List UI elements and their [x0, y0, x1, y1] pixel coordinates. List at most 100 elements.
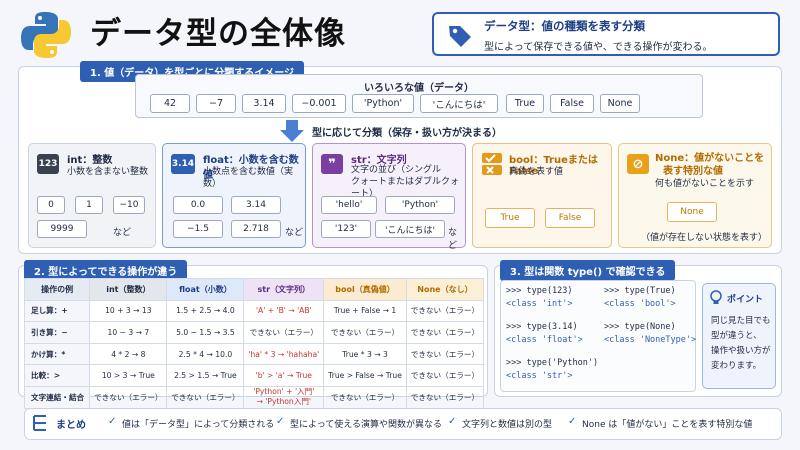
value-chip: False [550, 94, 594, 113]
str-value: 'こんにちは' [375, 220, 445, 238]
summary-item: None は「値がない」ことを表す特別な値 [582, 420, 753, 430]
value-chip: −7 [196, 94, 236, 113]
table-row: 足し算：+ 10 + 3 → 13 1.5 + 2.5 → 4.0 'A' + … [23, 299, 485, 323]
definition-text: 型によって保存できる値や、できる操作が変わる。 [484, 42, 713, 53]
table-header: str（文字列） [243, 278, 325, 301]
table-row: 比較：> 10 > 3 → True 2.5 > 1.5 → True 'b' … [23, 364, 485, 387]
bool-value: True [485, 208, 535, 228]
table-cell: 文字連結・結合 [23, 385, 91, 409]
table-cell: True + False → 1 [323, 299, 407, 323]
table-cell: できない（エラー） [243, 321, 325, 344]
value-chip: −0.001 [292, 94, 346, 113]
value-chip: True [506, 94, 544, 113]
table-cell: 'A' + 'B' → 'AB' [243, 299, 325, 323]
int-icon: 123 [37, 154, 59, 174]
values-heading: いろいろな値（データ） [364, 83, 474, 94]
table-row: かけ算：* 4 * 2 → 8 2.5 * 4 → 10.0 'ha' * 3 … [23, 342, 485, 366]
str-desc: 文字の並び（シングル [351, 165, 442, 175]
page-title: データ型の全体像 [90, 16, 346, 52]
code-output: <class 'float'> [506, 335, 583, 345]
table-cell: できない（エラー） [323, 321, 407, 344]
check-icon: ✓ [276, 416, 285, 427]
lightbulb-icon [710, 290, 722, 304]
table-cell: できない（エラー） [89, 385, 168, 409]
table-cell: できない（エラー） [405, 321, 485, 344]
int-etc: など [113, 228, 132, 238]
table-header: None（なし） [405, 278, 485, 301]
table-cell: 10 − 3 → 7 [89, 321, 168, 344]
table-cell: True * 3 → 3 [323, 342, 407, 366]
table-cell: 4 * 2 → 8 [89, 342, 168, 366]
table-cell: 比較：> [23, 364, 91, 387]
none-title: 表す特別な値 [663, 166, 723, 177]
check-icon: ✓ [108, 416, 117, 427]
point-text: 同じ見た目でも 型が違うと、 操作や扱い方が 変わります。 [711, 314, 771, 374]
arrow-down-icon [280, 120, 304, 142]
int-value: −10 [113, 196, 145, 214]
card-bool: bool：TrueまたはFalse 真偽を表す値 True False [472, 143, 612, 248]
float-value: 2.718 [231, 220, 281, 238]
table-cell: 足し算：+ [23, 299, 91, 323]
int-value: 1 [75, 196, 103, 214]
str-etc: など [448, 228, 458, 251]
float-value: 3.14 [231, 196, 281, 214]
table-cell: できない（エラー） [405, 385, 485, 409]
int-value: 9999 [37, 220, 87, 238]
quote-icon: ❞ [321, 154, 343, 174]
card-none: ⊘ None：値がないことを 表す特別な値 何も値がないことを示す None （… [618, 143, 772, 248]
card-str: ❞ str：文字列 文字の並び（シングル クォートまたはダブルクォート） 'he… [312, 143, 466, 251]
point-box: ポイント 同じ見た目でも 型が違うと、 操作や扱い方が 変わります。 [702, 283, 776, 389]
code-line: >>> type(True) [604, 286, 676, 296]
code-output: <class 'bool'> [604, 299, 676, 309]
int-desc: 小数を含まない整数 [67, 167, 149, 177]
float-desc: 小数点を含む数値（実数） [203, 167, 294, 189]
value-chip: 3.14 [242, 94, 286, 113]
value-chip: 'こんにちは' [420, 94, 498, 113]
table-cell: 引き算：− [23, 321, 91, 344]
code-line: >>> type('Python') [506, 358, 599, 368]
table-header: 操作の例 [23, 278, 91, 301]
float-icon: 3.14 [171, 154, 195, 174]
check-icon: ✓ [568, 416, 577, 427]
table-header: float（小数） [166, 278, 245, 301]
none-desc: 何も値がないことを示す [655, 179, 755, 189]
value-chip: None [600, 94, 640, 113]
table-row: 文字連結・結合 できない（エラー） できない（エラー） 'Python' + '… [23, 385, 485, 409]
checkbox-icon [482, 153, 502, 175]
check-icon: ✓ [448, 416, 457, 427]
str-value: 'Python' [385, 196, 455, 214]
int-title: int：整数 [67, 155, 113, 166]
card-float: 3.14 float：小数を含む数値 小数点を含む数値（実数） 0.0 3.14… [162, 143, 306, 248]
str-value: 'hello' [321, 196, 377, 214]
code-line: >>> type(None) [604, 322, 676, 332]
code-output: <class 'NoneType'> [604, 335, 697, 345]
classify-caption: 型に応じて分類（保存・扱い方が決まる） [312, 128, 502, 139]
value-chip: 42 [150, 94, 190, 113]
table-cell: 10 + 3 → 13 [89, 299, 168, 323]
table-cell: かけ算：* [23, 342, 91, 366]
table-cell: 'ha' * 3 → 'hahaha' [243, 342, 325, 366]
operations-table: 操作の例 int（整数） float（小数） str（文字列） bool（真偽値… [23, 278, 485, 409]
table-header: bool（真偽値） [323, 278, 407, 301]
table-header: int（整数） [89, 278, 168, 301]
table-cell: できない（エラー） [166, 385, 245, 409]
table-cell: 'b' > 'a' → True [243, 364, 325, 387]
bool-desc: 真偽を表す値 [509, 167, 564, 177]
table-header-row: 操作の例 int（整数） float（小数） str（文字列） bool（真偽値… [23, 278, 485, 301]
tag-icon [449, 26, 471, 47]
code-output: <class 'int'> [506, 299, 573, 309]
point-title: ポイント [727, 295, 764, 305]
summary-label: まとめ [56, 420, 86, 431]
table-cell: 2.5 * 4 → 10.0 [166, 342, 245, 366]
float-value: 0.0 [173, 196, 223, 214]
none-note: （値が存在しない状態を表す） [641, 233, 768, 243]
empty-set-icon: ⊘ [627, 154, 649, 174]
point-line: 同じ見た目でも [711, 316, 771, 326]
code-output: <class 'str'> [506, 371, 573, 381]
table-cell: できない（エラー） [405, 364, 485, 387]
definition-box: データ型：値の種類を表す分類 型によって保存できる値や、できる操作が変わる。 [432, 12, 780, 56]
concat-expr: 'Python' + '入門' [253, 387, 315, 397]
float-value: −1.5 [173, 220, 223, 238]
python-logo-icon [21, 12, 71, 58]
float-etc: など [285, 228, 304, 238]
